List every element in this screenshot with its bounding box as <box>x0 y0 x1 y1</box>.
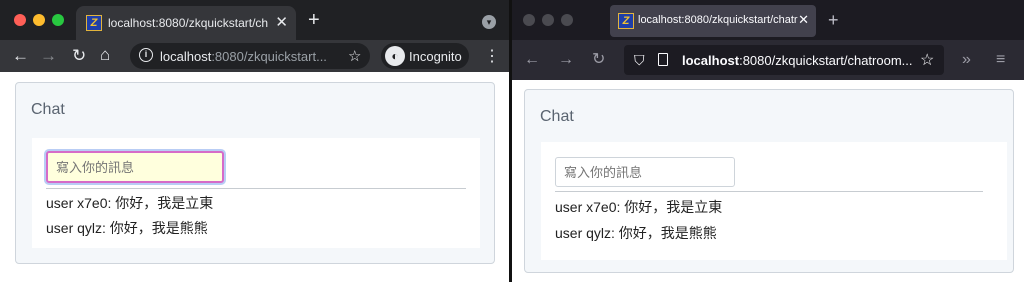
star-icon[interactable]: ☆ <box>920 50 934 70</box>
incognito-badge[interactable]: ◐ Incognito <box>381 43 469 69</box>
star-icon[interactable]: ☆ <box>348 47 361 65</box>
chat-message: user x7e0: 你好，我是立東 <box>46 195 214 211</box>
firefox-tab-bar: Z localhost:8080/zkquickstart/chatroom ✕… <box>512 0 1024 40</box>
firefox-tab-chatroom[interactable]: Z localhost:8080/zkquickstart/chatroom ✕ <box>610 5 816 37</box>
separator <box>46 188 466 189</box>
incognito-icon: ◐ <box>385 46 405 66</box>
tab-search-icon[interactable]: ▾ <box>482 15 496 29</box>
hamburger-menu-icon[interactable]: ≡ <box>996 51 1005 69</box>
chat-panel: Chat user x7e0: 你好，我是立東 user qylz: 你好，我是… <box>524 89 1014 273</box>
firefox-page: Chat user x7e0: 你好，我是立東 user qylz: 你好，我是… <box>512 80 1024 282</box>
tab-title: localhost:8080/zkquickstart/chatroom <box>638 14 798 26</box>
firefox-address-bar[interactable]: ⛉ localhost:8080/zkquickstart/chatroom..… <box>624 45 944 75</box>
back-arrow-icon[interactable]: ← <box>12 46 29 66</box>
url-path: :8080/zkquickstart... <box>211 49 327 64</box>
kebab-menu-icon[interactable]: ⋮ <box>484 46 500 66</box>
chat-message: user x7e0: 你好，我是立東 <box>555 199 723 215</box>
url-host: localhost <box>682 53 740 68</box>
chrome-address-bar[interactable]: i localhost:8080/zkquickstart... ☆ <box>130 43 370 69</box>
minimize-window-button[interactable] <box>33 14 45 26</box>
chrome-page: Chat user x7e0: 你好，我是立東 user qylz: 你好，我是… <box>0 72 509 282</box>
url-text: localhost:8080/zkquickstart... <box>160 49 340 64</box>
info-icon[interactable]: i <box>139 48 153 62</box>
back-arrow-icon[interactable]: ← <box>524 51 540 69</box>
chrome-tab-chatroom[interactable]: Z localhost:8080/zkquickstart/chatroom ✕ <box>76 6 296 40</box>
message-input[interactable] <box>555 157 735 187</box>
close-tab-icon[interactable]: ✕ <box>798 12 809 28</box>
chat-title: Chat <box>31 101 65 118</box>
chat-message: user qylz: 你好，我是熊熊 <box>555 225 717 241</box>
chrome-tab-bar: Z localhost:8080/zkquickstart/chatroom ✕… <box>0 0 509 40</box>
url-host: localhost <box>160 49 212 64</box>
chat-box: user x7e0: 你好，我是立東 user qylz: 你好，我是熊熊 <box>32 138 480 248</box>
zk-favicon-icon: Z <box>86 15 102 31</box>
chrome-toolbar: ← → ↻ ⌂ i localhost:8080/zkquickstart...… <box>0 40 509 72</box>
message-input[interactable] <box>46 151 224 183</box>
reload-icon[interactable]: ↻ <box>592 51 605 69</box>
page-icon[interactable] <box>658 53 668 66</box>
home-icon[interactable]: ⌂ <box>100 45 110 65</box>
separator <box>555 191 983 192</box>
minimize-window-button[interactable] <box>542 14 554 26</box>
new-tab-button[interactable]: + <box>828 10 839 30</box>
maximize-window-button[interactable] <box>561 14 573 26</box>
chat-message: user qylz: 你好，我是熊熊 <box>46 220 208 236</box>
close-window-button[interactable] <box>523 14 535 26</box>
zk-favicon-icon: Z <box>618 13 634 29</box>
firefox-toolbar: ← → ↻ ⛉ localhost:8080/zkquickstart/chat… <box>512 40 1024 80</box>
chat-panel: Chat user x7e0: 你好，我是立東 user qylz: 你好，我是… <box>15 82 495 264</box>
url-text: localhost:8080/zkquickstart/chatroom... <box>682 53 914 68</box>
close-window-button[interactable] <box>14 14 26 26</box>
chat-box: user x7e0: 你好，我是立東 user qylz: 你好，我是熊熊 <box>541 142 1007 260</box>
new-tab-button[interactable]: + <box>308 10 320 30</box>
forward-arrow-icon[interactable]: → <box>558 51 574 69</box>
double-chevron-icon[interactable]: » <box>962 51 971 69</box>
shield-icon[interactable]: ⛉ <box>634 52 645 69</box>
url-path: :8080/zkquickstart/chatroom... <box>739 53 913 68</box>
firefox-window: Z localhost:8080/zkquickstart/chatroom ✕… <box>512 0 1024 282</box>
tab-title: localhost:8080/zkquickstart/chatroom <box>108 16 268 30</box>
chat-title: Chat <box>540 108 574 125</box>
chrome-window: Z localhost:8080/zkquickstart/chatroom ✕… <box>0 0 509 282</box>
incognito-label: Incognito <box>409 49 462 64</box>
reload-icon[interactable]: ↻ <box>72 46 86 66</box>
maximize-window-button[interactable] <box>52 14 64 26</box>
close-tab-icon[interactable]: ✕ <box>275 13 288 31</box>
forward-arrow-icon[interactable]: → <box>40 46 57 66</box>
